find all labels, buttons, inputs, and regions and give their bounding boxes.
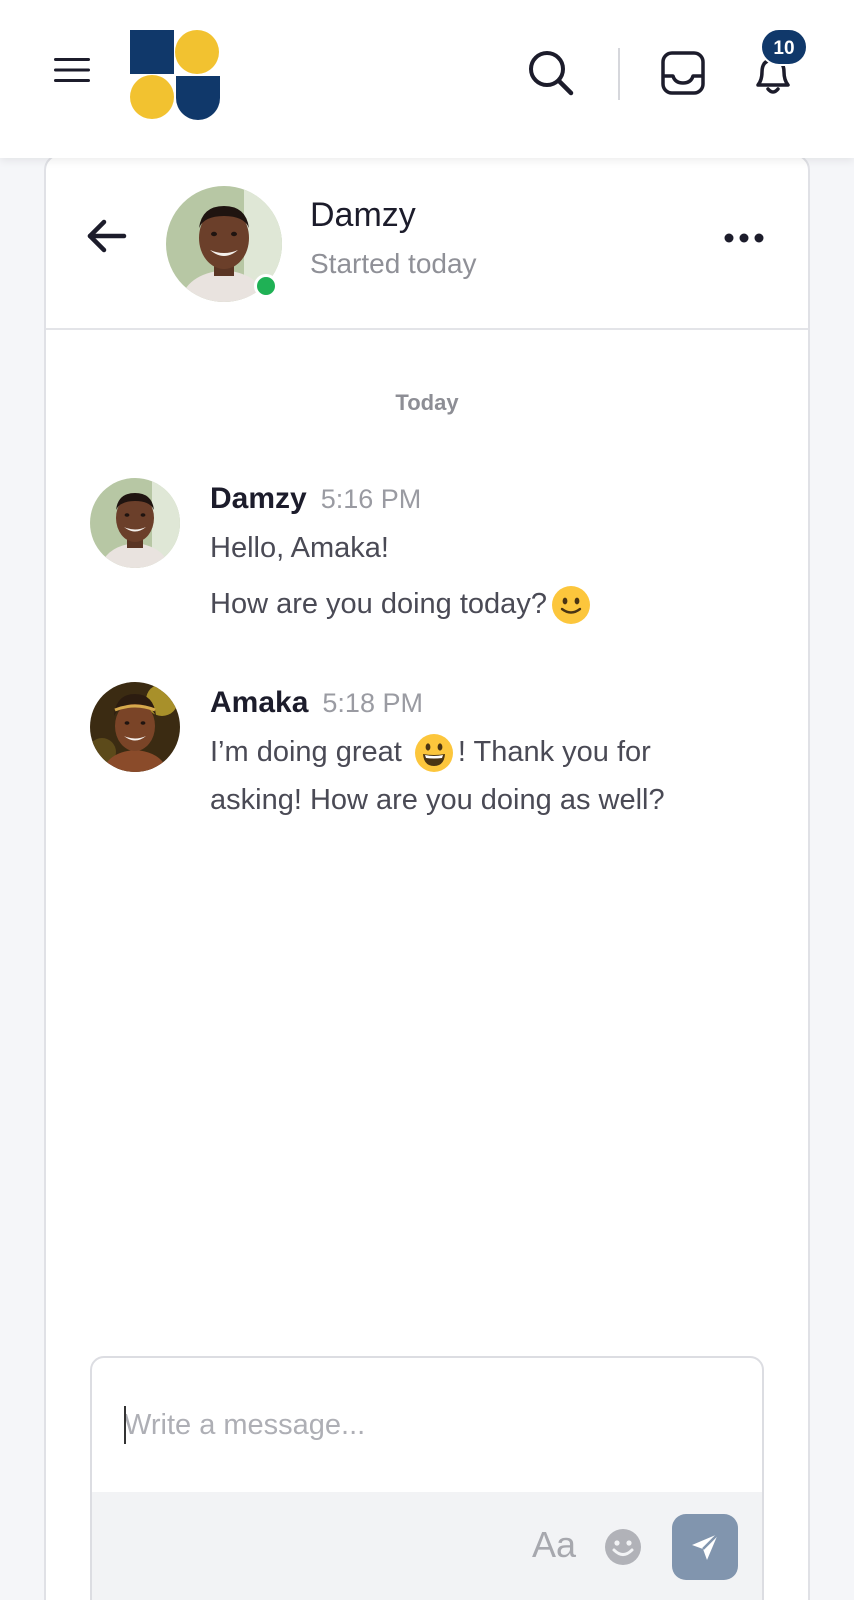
chat-header: Damzy Started today bbox=[46, 156, 808, 330]
send-button[interactable] bbox=[672, 1514, 738, 1580]
message-input[interactable] bbox=[92, 1358, 762, 1492]
logo[interactable] bbox=[130, 30, 220, 120]
back-arrow-icon[interactable] bbox=[86, 218, 128, 254]
message-timestamp: 5:16 PM bbox=[320, 484, 422, 514]
message-header: Damzy 5:16 PM bbox=[210, 482, 770, 516]
online-status-indicator bbox=[254, 274, 278, 298]
top-navigation-bar: 10 bbox=[0, 0, 854, 158]
message-composer: Aa bbox=[90, 1356, 764, 1600]
message-content: Damzy 5:16 PM Hello, Amaka! How are you … bbox=[210, 482, 770, 628]
sender-avatar[interactable] bbox=[90, 682, 180, 772]
chat-panel: Damzy Started today Today Damzy 5:16 PM bbox=[44, 154, 810, 1600]
send-icon bbox=[692, 1533, 719, 1560]
hamburger-menu-icon[interactable] bbox=[50, 52, 94, 88]
message-text: asking! How are you doing as well? bbox=[210, 784, 665, 816]
message-text: How are you doing today? bbox=[210, 580, 770, 628]
message-header: Amaka 5:18 PM bbox=[210, 686, 770, 720]
toolbar-divider bbox=[618, 48, 620, 100]
grinning-face-icon bbox=[414, 734, 453, 773]
sender-avatar[interactable] bbox=[90, 478, 180, 568]
message-text: Hello, Amaka! bbox=[210, 532, 389, 564]
message-text-segment: How are you doing today? bbox=[210, 588, 547, 620]
message-text-segment: ! Thank you for bbox=[457, 736, 651, 768]
text-cursor bbox=[124, 1406, 126, 1444]
contact-name: Damzy bbox=[310, 196, 416, 234]
slightly-smiling-face-icon bbox=[551, 586, 590, 625]
search-icon[interactable] bbox=[526, 48, 576, 98]
composer-toolbar: Aa bbox=[92, 1492, 762, 1600]
text-format-button[interactable]: Aa bbox=[532, 1524, 576, 1566]
message-sender: Amaka bbox=[210, 686, 309, 719]
message-text: I’m doing great ! Thank you for bbox=[210, 728, 770, 776]
date-separator: Today bbox=[395, 390, 459, 415]
message-timestamp: 5:18 PM bbox=[322, 688, 423, 718]
message-text-segment: I’m doing great bbox=[210, 736, 402, 768]
message-sender: Damzy bbox=[210, 482, 307, 515]
more-options-icon[interactable] bbox=[722, 224, 766, 252]
emoji-picker-icon[interactable] bbox=[604, 1528, 642, 1566]
notification-badge: 10 bbox=[760, 28, 808, 66]
inbox-icon[interactable] bbox=[660, 50, 706, 96]
conversation-status: Started today bbox=[310, 248, 477, 279]
message-content: Amaka 5:18 PM I’m doing great ! Thank yo… bbox=[210, 686, 770, 824]
